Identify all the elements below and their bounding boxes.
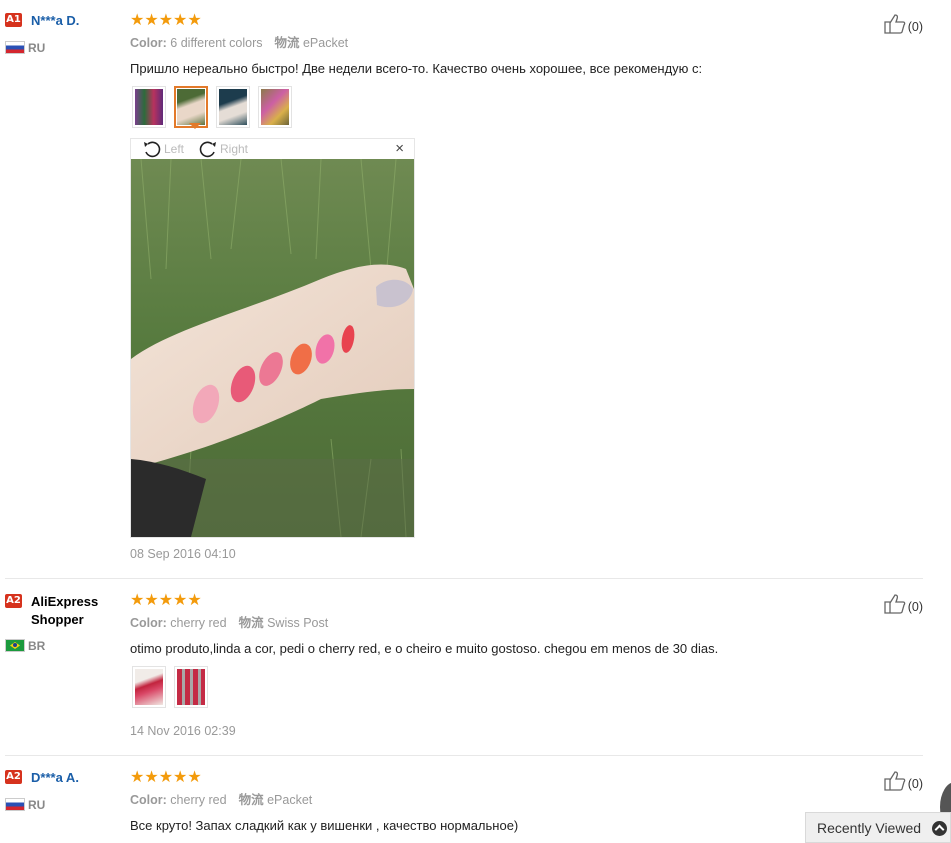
- rotate-right-icon: [199, 141, 216, 158]
- brazil-flag-icon: [5, 639, 25, 652]
- reviewer-info: A2 D***a A. RU: [5, 769, 125, 812]
- review-text: Все круто! Запах сладкий как у вишенки ,…: [130, 818, 519, 833]
- close-viewer-icon[interactable]: ×: [395, 139, 404, 159]
- divider: [5, 578, 923, 579]
- buyer-level-badge: A2: [5, 770, 22, 784]
- star-rating: ★★★★★: [130, 767, 202, 786]
- review-photo-thumb[interactable]: [258, 86, 292, 128]
- recently-viewed-button[interactable]: Recently Viewed: [805, 812, 951, 843]
- review-photo-thumb-active[interactable]: [174, 86, 208, 129]
- reviewer-name[interactable]: N***a D.: [31, 12, 79, 30]
- reviewer-name: AliExpress Shopper: [31, 594, 99, 627]
- review-text: otimo produto,linda a cor, pedi o cherry…: [130, 641, 719, 656]
- buyer-level-badge: A1: [5, 13, 22, 27]
- rotate-right-button[interactable]: Right: [197, 140, 248, 158]
- review-text: Пришло нереально быстро! Две недели всег…: [130, 61, 703, 76]
- recently-viewed-label: Recently Viewed: [817, 820, 922, 836]
- reviewer-country: BR: [5, 638, 45, 654]
- reviewer-name[interactable]: D***a A.: [31, 769, 79, 787]
- buyer-level-badge: A2: [5, 594, 22, 608]
- star-rating: ★★★★★: [130, 590, 202, 609]
- rotate-left-icon: [144, 141, 161, 158]
- review-date: 08 Sep 2016 04:10: [130, 547, 236, 561]
- review-photo-large: [131, 159, 414, 537]
- thumbs-up-icon: [884, 594, 906, 614]
- russia-flag-icon: [5, 41, 25, 54]
- review-meta: Color: cherry red 物流 ePacket: [130, 793, 313, 807]
- review-photos: [132, 86, 292, 129]
- review-photo-thumb[interactable]: [132, 666, 166, 708]
- review-meta: Color: cherry red 物流 Swiss Post: [130, 616, 329, 630]
- review-meta: Color: 6 different colors 物流 ePacket: [130, 36, 349, 50]
- reviewer-info: A1 N***a D. RU: [5, 12, 125, 55]
- divider: [5, 755, 923, 756]
- review-photo-thumb[interactable]: [174, 666, 208, 708]
- review-photo-thumb[interactable]: [132, 86, 166, 128]
- rotate-left-button[interactable]: Left: [141, 140, 184, 158]
- chevron-up-icon: [932, 821, 947, 836]
- reviewer-country: RU: [5, 40, 45, 56]
- russia-flag-icon: [5, 798, 25, 811]
- thumbs-up-icon: [884, 771, 906, 791]
- star-rating: ★★★★★: [130, 10, 202, 29]
- review-photo-thumb[interactable]: [216, 86, 250, 128]
- helpful-button[interactable]: (0): [884, 594, 923, 616]
- thumbs-up-icon: [884, 14, 906, 34]
- review-date: 14 Nov 2016 02:39: [130, 724, 236, 738]
- photo-viewer: Left Right ×: [130, 138, 415, 538]
- reviewer-country: RU: [5, 797, 45, 813]
- helpful-button[interactable]: (0): [884, 771, 923, 793]
- reviewer-info: A2 AliExpress Shopper BR: [5, 593, 125, 653]
- helpful-button[interactable]: (0): [884, 14, 923, 36]
- review-photos: [132, 666, 208, 708]
